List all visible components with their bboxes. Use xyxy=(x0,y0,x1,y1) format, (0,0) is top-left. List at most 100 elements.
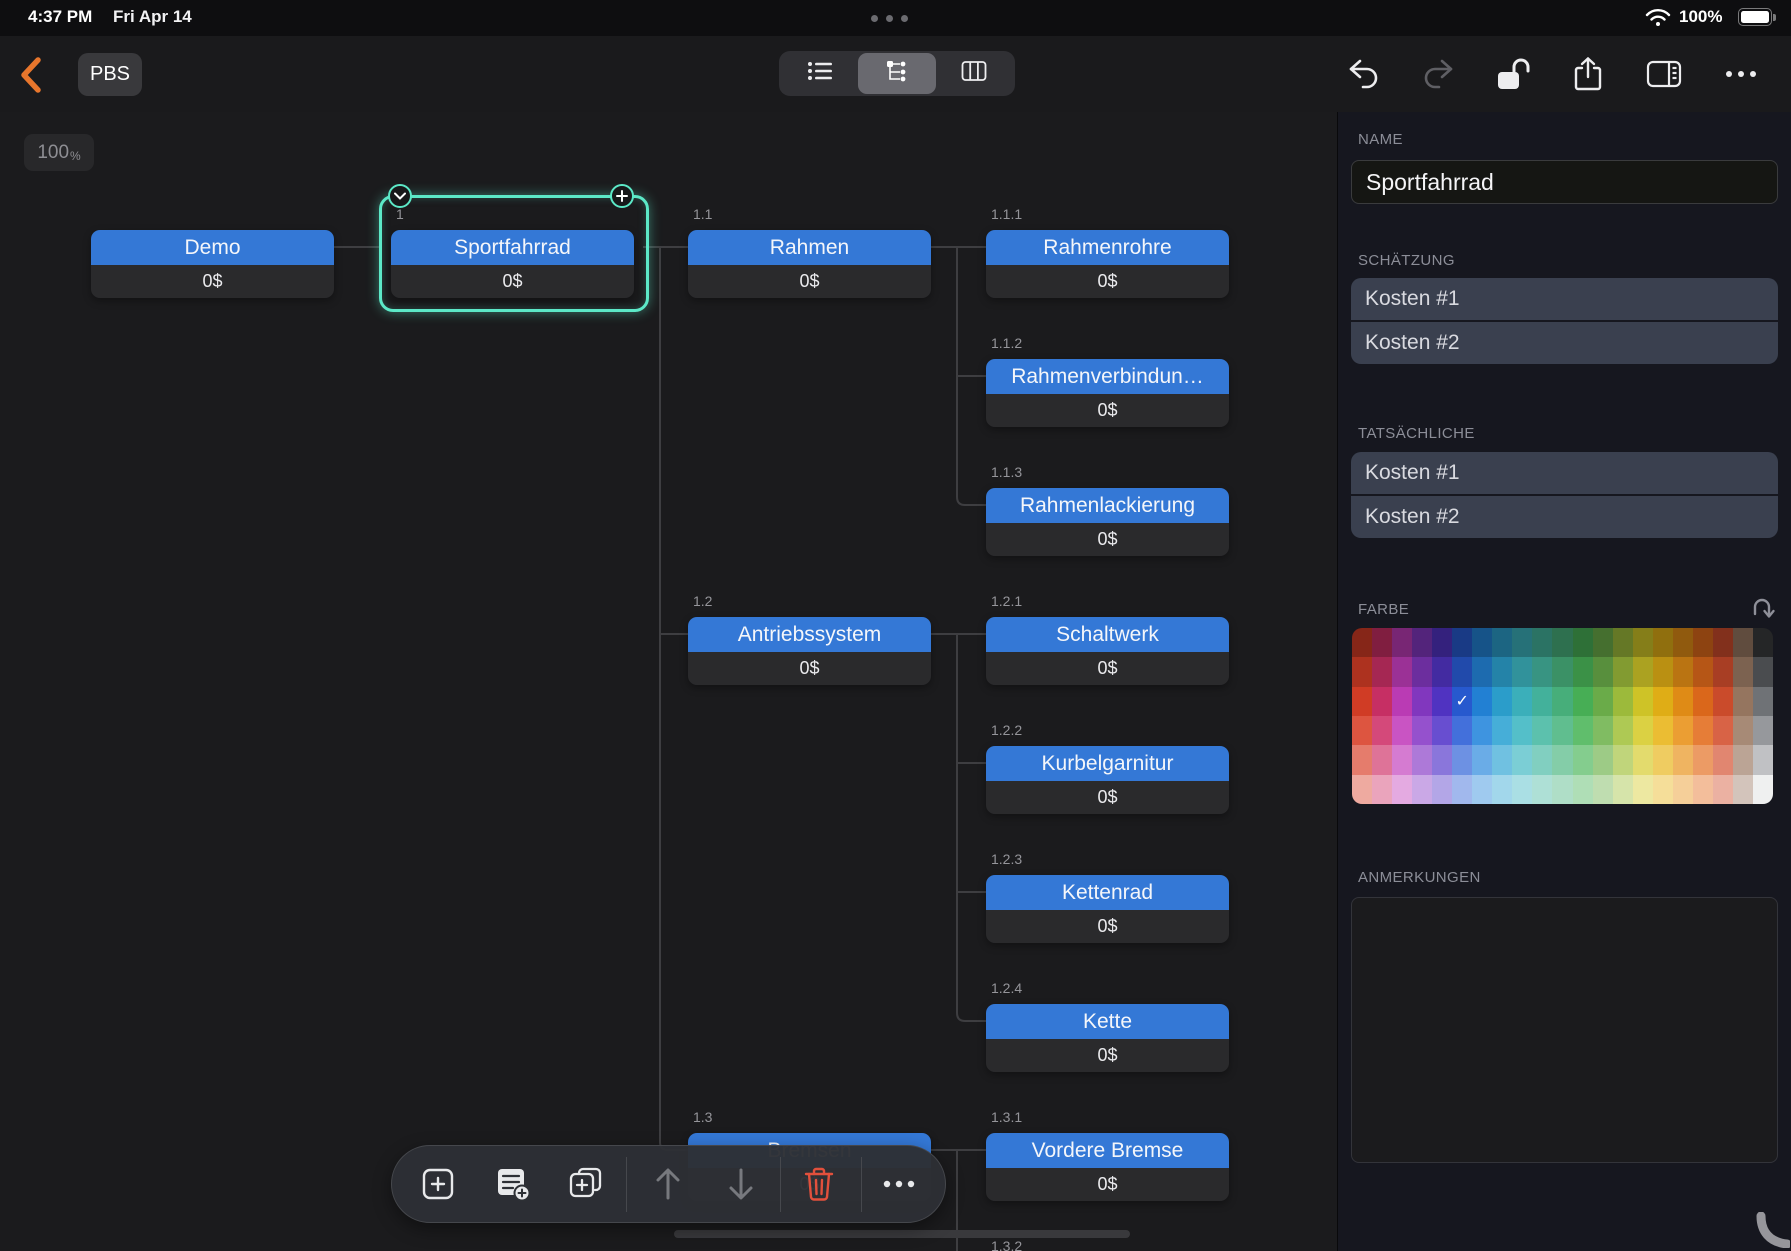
palette-swatch[interactable] xyxy=(1512,686,1533,716)
palette-swatch[interactable] xyxy=(1672,686,1693,716)
view-columns-segment[interactable] xyxy=(936,53,1013,94)
palette-swatch[interactable] xyxy=(1532,686,1553,716)
palette-swatch[interactable] xyxy=(1672,657,1693,687)
palette-swatch[interactable] xyxy=(1432,657,1453,687)
palette-swatch[interactable] xyxy=(1472,628,1493,658)
tree-node[interactable]: 1.3.1 Vordere Bremse 0$ xyxy=(986,1109,1229,1201)
tree-node[interactable]: 1.1.1 Rahmenrohre 0$ xyxy=(986,206,1229,298)
palette-swatch[interactable] xyxy=(1512,745,1533,775)
palette-swatch[interactable] xyxy=(1632,745,1653,775)
palette-swatch[interactable] xyxy=(1412,774,1433,804)
move-down-button[interactable] xyxy=(719,1162,763,1206)
palette-swatch[interactable] xyxy=(1492,686,1513,716)
add-node-button[interactable] xyxy=(416,1162,460,1206)
move-up-button[interactable] xyxy=(646,1162,690,1206)
palette-swatch[interactable] xyxy=(1712,745,1733,775)
palette-swatch[interactable] xyxy=(1572,686,1593,716)
palette-swatch[interactable] xyxy=(1372,686,1393,716)
palette-swatch[interactable] xyxy=(1652,716,1673,746)
palette-swatch[interactable] xyxy=(1652,657,1673,687)
collapse-handle[interactable] xyxy=(388,184,412,208)
palette-swatch[interactable] xyxy=(1492,716,1513,746)
palette-swatch[interactable] xyxy=(1632,657,1653,687)
palette-swatch[interactable] xyxy=(1752,774,1773,804)
palette-swatch[interactable] xyxy=(1412,686,1433,716)
palette-swatch[interactable] xyxy=(1352,774,1373,804)
palette-swatch[interactable] xyxy=(1652,774,1673,804)
palette-swatch[interactable] xyxy=(1612,774,1633,804)
palette-swatch[interactable] xyxy=(1412,745,1433,775)
palette-swatch[interactable] xyxy=(1612,628,1633,658)
palette-swatch[interactable] xyxy=(1512,774,1533,804)
estimate-cost1-field[interactable]: Kosten #1 xyxy=(1351,278,1778,320)
palette-swatch[interactable] xyxy=(1392,745,1413,775)
palette-swatch[interactable] xyxy=(1472,716,1493,746)
zoom-level-badge[interactable]: 100% xyxy=(24,134,94,171)
palette-swatch[interactable] xyxy=(1492,628,1513,658)
palette-swatch[interactable] xyxy=(1712,774,1733,804)
palette-swatch[interactable] xyxy=(1452,745,1473,775)
palette-swatch[interactable] xyxy=(1652,628,1673,658)
undo-button[interactable] xyxy=(1346,56,1382,92)
notes-textarea[interactable] xyxy=(1351,897,1778,1163)
palette-swatch[interactable]: ✓ xyxy=(1452,686,1473,716)
palette-swatch[interactable] xyxy=(1512,716,1533,746)
actual-cost2-field[interactable]: Kosten #2 xyxy=(1351,496,1778,538)
redo-button[interactable] xyxy=(1420,56,1456,92)
document-title-button[interactable]: PBS xyxy=(78,53,142,96)
palette-swatch[interactable] xyxy=(1452,774,1473,804)
palette-swatch[interactable] xyxy=(1692,686,1713,716)
palette-swatch[interactable] xyxy=(1492,774,1513,804)
tree-node[interactable]: 1.2.3 Kettenrad 0$ xyxy=(986,851,1229,943)
palette-swatch[interactable] xyxy=(1472,686,1493,716)
palette-swatch[interactable] xyxy=(1632,716,1653,746)
palette-swatch[interactable] xyxy=(1592,774,1613,804)
palette-swatch[interactable] xyxy=(1352,716,1373,746)
tree-node[interactable]: 1.2 Antriebssystem 0$ xyxy=(688,593,931,685)
palette-swatch[interactable] xyxy=(1552,716,1573,746)
palette-swatch[interactable] xyxy=(1492,745,1513,775)
tree-node[interactable]: Demo 0$ xyxy=(91,230,334,298)
palette-swatch[interactable] xyxy=(1592,716,1613,746)
palette-swatch[interactable] xyxy=(1592,628,1613,658)
palette-swatch[interactable] xyxy=(1732,774,1753,804)
sidebar-toggle-button[interactable] xyxy=(1646,56,1682,92)
palette-swatch[interactable] xyxy=(1752,657,1773,687)
palette-swatch[interactable] xyxy=(1532,657,1553,687)
palette-swatch[interactable] xyxy=(1672,716,1693,746)
tree-node[interactable]: 1.2.1 Schaltwerk 0$ xyxy=(986,593,1229,685)
palette-swatch[interactable] xyxy=(1472,774,1493,804)
palette-swatch[interactable] xyxy=(1612,716,1633,746)
palette-swatch[interactable] xyxy=(1592,657,1613,687)
palette-swatch[interactable] xyxy=(1692,657,1713,687)
palette-swatch[interactable] xyxy=(1432,686,1453,716)
palette-swatch[interactable] xyxy=(1732,657,1753,687)
reset-color-button[interactable] xyxy=(1750,596,1776,627)
palette-swatch[interactable] xyxy=(1712,657,1733,687)
palette-swatch[interactable] xyxy=(1392,628,1413,658)
palette-swatch[interactable] xyxy=(1552,686,1573,716)
palette-swatch[interactable] xyxy=(1392,686,1413,716)
palette-swatch[interactable] xyxy=(1372,745,1393,775)
palette-swatch[interactable] xyxy=(1572,657,1593,687)
palette-swatch[interactable] xyxy=(1552,745,1573,775)
actual-cost1-field[interactable]: Kosten #1 xyxy=(1351,452,1778,494)
palette-swatch[interactable] xyxy=(1752,716,1773,746)
diagram-canvas[interactable]: 100% Demo 0$ 1 Sportfahrrad 0$ 1.1 Rahmen 0$ 1.1… xyxy=(0,112,1337,1251)
palette-swatch[interactable] xyxy=(1352,628,1373,658)
view-list-segment[interactable] xyxy=(781,53,858,94)
palette-swatch[interactable] xyxy=(1372,628,1393,658)
palette-swatch[interactable] xyxy=(1372,774,1393,804)
palette-swatch[interactable] xyxy=(1532,716,1553,746)
tree-node[interactable]: 1.2.4 Kette 0$ xyxy=(986,980,1229,1072)
palette-swatch[interactable] xyxy=(1392,716,1413,746)
palette-swatch[interactable] xyxy=(1672,745,1693,775)
duplicate-button[interactable] xyxy=(564,1162,608,1206)
palette-swatch[interactable] xyxy=(1572,716,1593,746)
palette-swatch[interactable] xyxy=(1432,745,1453,775)
delete-button[interactable] xyxy=(797,1162,841,1206)
palette-swatch[interactable] xyxy=(1412,657,1433,687)
palette-swatch[interactable] xyxy=(1432,774,1453,804)
tree-node[interactable]: 1.1.3 Rahmenlackierung 0$ xyxy=(986,464,1229,556)
name-input[interactable] xyxy=(1351,160,1778,204)
